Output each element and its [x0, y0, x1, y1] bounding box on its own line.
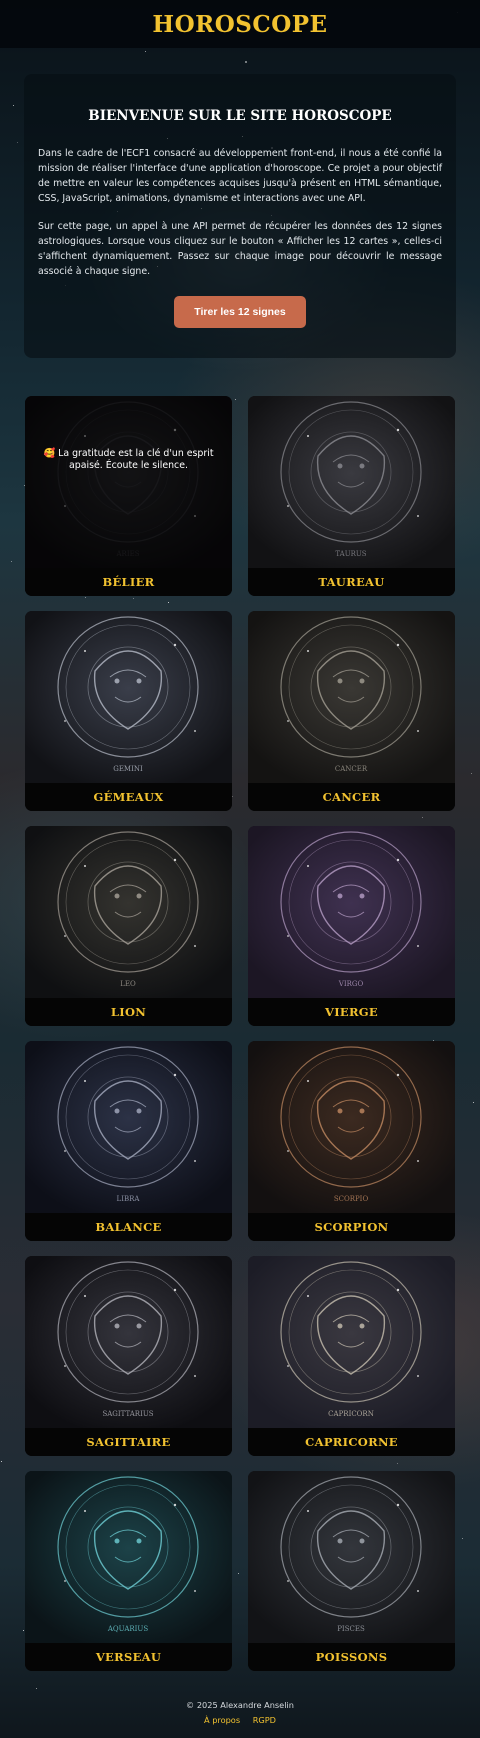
sign-card[interactable]: SAGITTARIUS SAGITTAIRE: [25, 1256, 232, 1456]
sign-card[interactable]: PISCES POISSONS: [248, 1471, 455, 1671]
sign-artwork[interactable]: CANCER: [248, 611, 455, 783]
sign-name: GÉMEAUX: [25, 783, 232, 811]
lion-head-icon: LEO: [25, 826, 232, 998]
sign-latin-label: VIRGO: [338, 980, 364, 988]
sign-card[interactable]: SCORPIO SCORPION: [248, 1041, 455, 1241]
sign-name: SAGITTAIRE: [25, 1428, 232, 1456]
sign-artwork[interactable]: SCORPIO: [248, 1041, 455, 1213]
sign-card[interactable]: VIRGO VIERGE: [248, 826, 455, 1026]
sign-card[interactable]: AQUARIUS VERSEAU: [25, 1471, 232, 1671]
sign-name: VERSEAU: [25, 1643, 232, 1671]
twins-icon: GEMINI: [25, 611, 232, 783]
site-footer: © 2025 Alexandre Anselin À propos RGPD: [0, 1700, 480, 1725]
sign-name: CAPRICORNE: [248, 1428, 455, 1456]
sign-name: SCORPION: [248, 1213, 455, 1241]
sign-artwork[interactable]: SAGITTARIUS: [25, 1256, 232, 1428]
sign-name: TAUREAU: [248, 568, 455, 596]
draw-signs-button[interactable]: Tirer les 12 signes: [174, 296, 306, 328]
footer-links: À propos RGPD: [0, 1715, 480, 1725]
archer-icon: SAGITTARIUS: [25, 1256, 232, 1428]
maiden-icon: VIRGO: [248, 826, 455, 998]
intro-paragraph-2: Sur cette page, un appel à une API perme…: [38, 221, 442, 277]
sign-artwork[interactable]: GEMINI: [25, 611, 232, 783]
sign-latin-label: SCORPIO: [334, 1195, 369, 1203]
scales-icon: LIBRA: [25, 1041, 232, 1213]
copyright-text: © 2025 Alexandre Anselin: [186, 1700, 294, 1710]
sign-name: CANCER: [248, 783, 455, 811]
goat-icon: CAPRICORN: [248, 1256, 455, 1428]
rgpd-link[interactable]: RGPD: [253, 1715, 276, 1725]
sign-latin-label: PISCES: [337, 1625, 365, 1633]
sign-card[interactable]: TAURUS TAUREAU: [248, 396, 455, 596]
sign-latin-label: AQUARIUS: [107, 1625, 148, 1633]
sign-artwork[interactable]: AQUARIUS: [25, 1471, 232, 1643]
sign-latin-label: SAGITTARIUS: [102, 1410, 153, 1418]
intro-paragraph-1: Dans le cadre de l'ECF1 consacré au déve…: [38, 148, 442, 204]
site-title: HOROSCOPE: [152, 10, 328, 38]
ram-head-icon: ARIES: [25, 396, 232, 568]
sign-artwork[interactable]: TAURUS: [248, 396, 455, 568]
sign-card[interactable]: GEMINI GÉMEAUX: [25, 611, 232, 811]
sign-name: BÉLIER: [25, 568, 232, 596]
sign-artwork[interactable]: LIBRA: [25, 1041, 232, 1213]
sign-message: 🥰 La gratitude est la clé d'un esprit ap…: [43, 448, 214, 471]
sign-latin-label: LEO: [120, 980, 136, 988]
sign-name: VIERGE: [248, 998, 455, 1026]
sign-latin-label: GEMINI: [113, 765, 143, 773]
site-header: HOROSCOPE: [0, 0, 480, 48]
sign-card[interactable]: ARIES🥰 La gratitude est la clé d'un espr…: [25, 396, 232, 596]
about-link[interactable]: À propos: [204, 1715, 240, 1725]
sign-card[interactable]: CAPRICORN CAPRICORNE: [248, 1256, 455, 1456]
crab-icon: CANCER: [248, 611, 455, 783]
sign-card[interactable]: LIBRA BALANCE: [25, 1041, 232, 1241]
fish-icon: PISCES: [248, 1471, 455, 1643]
sign-latin-label: TAURUS: [335, 550, 366, 558]
intro-heading: BIENVENUE SUR LE SITE HOROSCOPE: [88, 108, 392, 124]
sign-name: BALANCE: [25, 1213, 232, 1241]
sign-artwork[interactable]: PISCES: [248, 1471, 455, 1643]
sign-artwork[interactable]: VIRGO: [248, 826, 455, 998]
sign-artwork[interactable]: LEO: [25, 826, 232, 998]
sign-card[interactable]: CANCER CANCER: [248, 611, 455, 811]
sign-card[interactable]: LEO LION: [25, 826, 232, 1026]
scorpion-icon: SCORPIO: [248, 1041, 455, 1213]
intro-panel: BIENVENUE SUR LE SITE HOROSCOPE Dans le …: [24, 74, 456, 358]
bull-head-icon: TAURUS: [248, 396, 455, 568]
sign-latin-label: CANCER: [335, 765, 368, 773]
sign-name: POISSONS: [248, 1643, 455, 1671]
sign-cards-grid: ARIES🥰 La gratitude est la clé d'un espr…: [25, 396, 455, 1671]
sign-latin-label: LIBRA: [117, 1195, 141, 1203]
water-bearer-icon: AQUARIUS: [25, 1471, 232, 1643]
sign-artwork[interactable]: ARIES🥰 La gratitude est la clé d'un espr…: [25, 396, 232, 568]
sign-artwork[interactable]: CAPRICORN: [248, 1256, 455, 1428]
sign-latin-label: CAPRICORN: [328, 1410, 374, 1418]
sign-name: LION: [25, 998, 232, 1026]
